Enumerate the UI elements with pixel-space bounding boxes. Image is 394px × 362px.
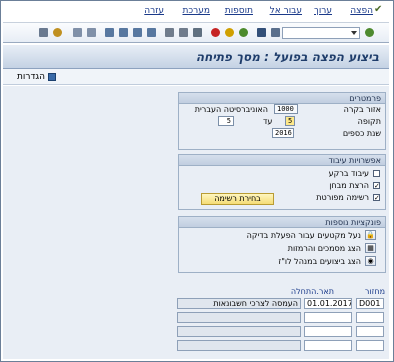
customize-layout-icon[interactable]	[39, 28, 48, 37]
parameters-heading: פרמטרים	[179, 93, 385, 104]
cycle-text	[177, 326, 301, 337]
period-from-field[interactable]: 5	[285, 116, 295, 126]
column-cycle-header[interactable]: מחזור	[365, 287, 385, 296]
lock-icon[interactable]: 🔒	[365, 230, 376, 240]
start-date-field[interactable]	[304, 312, 352, 323]
page-title: ביצוע הפצה בפועל : מסך פתיחה	[195, 50, 379, 64]
fiscal-year-label: שנת כספים	[342, 129, 381, 138]
menu-item-system[interactable]: מערכת	[182, 6, 210, 16]
menu-item-edit[interactable]: ערוך	[314, 6, 332, 16]
screen-title-bar: ביצוע הפצה בפועל : מסך פתיחה	[3, 45, 389, 69]
start-date-field[interactable]	[304, 326, 352, 337]
documents-icon[interactable]: ▦	[365, 243, 376, 253]
help-icon[interactable]	[53, 28, 62, 37]
last-page-icon[interactable]	[105, 28, 114, 37]
prev-page-icon[interactable]	[133, 28, 142, 37]
schedule-manager-label: הצג ביצועים במנהל לו"ז	[278, 257, 361, 266]
schedule-manager-icon[interactable]: ◉	[365, 256, 376, 266]
cancel-icon[interactable]	[211, 28, 220, 37]
controlling-area-description: האוניברסיטה העברית	[194, 105, 268, 114]
save-icon[interactable]	[257, 28, 266, 37]
test-run-label: הרצת מבחן	[329, 181, 369, 190]
application-toolbar: הגדרות	[3, 69, 389, 85]
menu-item-goto[interactable]: עבור אל	[270, 6, 302, 16]
first-page-icon[interactable]	[147, 28, 156, 37]
column-start-date-header[interactable]: תאר.התחלה	[291, 287, 334, 296]
lock-segments-label: נעל מקטעים עבור הפעלת בדיקה	[246, 231, 361, 240]
enter-icon[interactable]	[365, 28, 374, 37]
cycle-field[interactable]: D001	[356, 298, 384, 309]
settings-icon	[47, 73, 56, 81]
controlling-area-label: אזור בקרה	[343, 105, 381, 114]
parameters-group: פרמטרים	[178, 92, 386, 150]
cycle-field[interactable]	[356, 312, 384, 323]
period-to-label: עד	[263, 117, 273, 126]
show-documents-label: הצג מסמכים והרמזות	[287, 244, 361, 253]
sap-window: הפצה ערוך עבור אל תוספות מערכת עזרה ✔ בי…	[0, 0, 394, 362]
detail-list-label: רשימה מפורטת	[316, 193, 369, 202]
background-processing-checkbox[interactable]	[373, 170, 380, 177]
print-icon[interactable]	[193, 28, 202, 37]
window-status-icon: ✔	[374, 4, 383, 15]
start-date-field[interactable]: 01.01.2017	[304, 298, 352, 309]
controlling-area-field[interactable]: 1000	[274, 104, 298, 114]
main-content: פרמטרים אזור בקרה 1000 האוניברסיטה העברי…	[3, 86, 389, 359]
test-run-checkbox[interactable]: ✓	[373, 182, 380, 190]
background-processing-label: עיבוד ברקע	[328, 169, 369, 178]
find-next-icon[interactable]	[165, 28, 174, 37]
cycle-text: העמסה לצרכי חשבונאות	[177, 298, 301, 309]
chevron-down-icon[interactable]	[351, 31, 357, 35]
period-label: תקופה	[357, 117, 381, 126]
start-date-field[interactable]	[304, 340, 352, 351]
shortcut-icon[interactable]	[73, 28, 82, 37]
fiscal-year-field[interactable]: 2016	[272, 128, 294, 138]
processing-options-heading: אפשרויות עיבוד	[179, 155, 385, 166]
select-layout-button[interactable]: בחירת רשימה	[201, 193, 274, 205]
menu-item-help[interactable]: עזרה	[144, 6, 164, 16]
detail-list-checkbox[interactable]: ✓	[373, 194, 380, 202]
settings-button[interactable]: הגדרות	[17, 71, 56, 83]
cycle-text	[177, 340, 301, 351]
exit-icon[interactable]	[225, 28, 234, 37]
menu-item-extras[interactable]: תוספות	[225, 6, 253, 16]
cycle-field[interactable]	[356, 340, 384, 351]
additional-functions-heading: פונקציות נוספות	[179, 217, 385, 228]
cycle-text	[177, 312, 301, 323]
back-icon[interactable]	[239, 28, 248, 37]
menu-item-distribution[interactable]: הפצה	[350, 6, 373, 16]
back-nav-icon[interactable]	[271, 28, 280, 37]
find-icon[interactable]	[179, 28, 188, 37]
next-page-icon[interactable]	[119, 28, 128, 37]
new-session-icon[interactable]	[87, 28, 96, 37]
menu-bar: הפצה ערוך עבור אל תוספות מערכת עזרה ✔	[2, 4, 390, 20]
settings-label: הגדרות	[17, 72, 45, 82]
period-to-field[interactable]: 5	[218, 116, 234, 126]
cycle-field[interactable]	[356, 326, 384, 337]
standard-toolbar	[3, 22, 389, 43]
command-field[interactable]	[282, 27, 360, 39]
